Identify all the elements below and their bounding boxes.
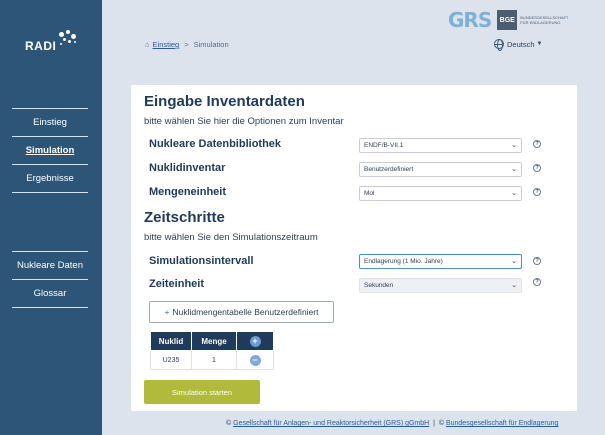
- language-selector[interactable]: Deutsch ▼: [494, 39, 543, 51]
- breadcrumb: ⌂ Einstieg > Simulation: [145, 40, 229, 49]
- chevron-down-icon: ▼: [536, 41, 543, 47]
- plus-icon: +: [164, 307, 170, 317]
- select-datenbibliothek[interactable]: ENDF/B-VII.1 ⌄: [359, 138, 522, 153]
- chevron-down-icon: ⌄: [511, 190, 517, 197]
- sidebar: RADI Einstieg Simulation Ergebnisse Nukl…: [0, 0, 102, 435]
- help-icon[interactable]: ?: [533, 188, 541, 196]
- help-icon[interactable]: ?: [533, 164, 541, 172]
- language-label: Deutsch: [507, 39, 535, 49]
- globe-icon: [494, 39, 504, 51]
- select-value: Benutzerdefiniert: [364, 166, 414, 173]
- sidebar-item-simulation[interactable]: Simulation: [12, 137, 88, 165]
- sidebar-nav-main: Einstieg Simulation Ergebnisse: [12, 108, 88, 193]
- remove-row-cell: −: [236, 350, 274, 370]
- remove-row-icon[interactable]: −: [249, 354, 261, 366]
- partner-logos: GRS BGE BUNDESGESELLSCHAFT FÜR ENDLAGERU…: [448, 8, 569, 32]
- grs-logo: GRS: [448, 8, 492, 32]
- sidebar-item-einstieg[interactable]: Einstieg: [12, 109, 88, 137]
- table-row: U235 1 −: [150, 350, 274, 370]
- sidebar-item-ergebnisse[interactable]: Ergebnisse: [12, 165, 88, 193]
- add-row-icon[interactable]: +: [249, 335, 261, 347]
- footer: © Gesellschaft für Anlagen- und Reaktors…: [226, 420, 559, 427]
- label-zeiteinheit: Zeiteinheit: [149, 278, 205, 290]
- chevron-down-icon: ⌄: [511, 258, 517, 265]
- nuklid-table: Nuklid Menge + U235 1 −: [150, 331, 274, 370]
- select-simulationsintervall[interactable]: Endlagerung (1 Mio. Jahre) ⌄: [359, 254, 522, 269]
- column-header-nuklid: Nuklid: [150, 331, 192, 351]
- label-datenbibliothek: Nukleare Datenbibliothek: [149, 138, 282, 150]
- cell-menge[interactable]: 1: [191, 350, 237, 370]
- label-mengeneinheit: Mengeneinheit: [149, 186, 227, 198]
- footer-link-grs[interactable]: Gesellschaft für Anlagen- und Reaktorsic…: [233, 420, 429, 427]
- sidebar-item-nukleare-daten[interactable]: Nukleare Daten: [12, 252, 88, 280]
- timesteps-subtitle: bitte wählen Sie den Simulationszeitraum: [144, 232, 318, 243]
- label-nuklidinventar: Nuklidinventar: [149, 162, 226, 174]
- inventory-title: Eingabe Inventardaten: [144, 93, 305, 110]
- sidebar-item-glossar[interactable]: Glossar: [12, 280, 88, 308]
- sidebar-nav-secondary: Nukleare Daten Glossar: [12, 251, 88, 308]
- chevron-down-icon: ⌄: [511, 166, 517, 173]
- footer-link-bge[interactable]: Bundesgesellschaft für Endlagerung: [446, 420, 558, 427]
- start-simulation-button[interactable]: Simulation starten: [144, 380, 260, 404]
- select-mengeneinheit[interactable]: Mol ⌄: [359, 186, 522, 201]
- select-value: Endlagerung (1 Mio. Jahre): [364, 258, 443, 265]
- chevron-down-icon: ⌄: [511, 282, 517, 289]
- radi-logo[interactable]: RADI: [25, 30, 79, 53]
- column-header-menge: Menge: [191, 331, 237, 351]
- timesteps-title: Zeitschritte: [144, 209, 225, 226]
- logo-text: RADI: [25, 39, 57, 53]
- select-value: ENDF/B-VII.1: [364, 142, 404, 149]
- logo-dots-icon: [57, 30, 79, 50]
- chevron-down-icon: ⌄: [511, 142, 517, 149]
- select-value: Mol: [364, 190, 375, 197]
- select-zeiteinheit[interactable]: Sekunden ⌄: [359, 278, 522, 293]
- bge-logo: BGE: [497, 10, 518, 30]
- inventory-subtitle: bitte wählen Sie hier die Optionen zum I…: [144, 116, 344, 127]
- breadcrumb-link-einstieg[interactable]: Einstieg: [153, 40, 180, 49]
- add-row-cell: +: [236, 331, 274, 351]
- help-icon[interactable]: ?: [533, 140, 541, 148]
- copyright-symbol: ©: [438, 420, 444, 427]
- breadcrumb-separator: >: [184, 40, 189, 49]
- bge-logo-subtitle: BUNDESGESELLSCHAFT FÜR ENDLAGERUNG: [520, 15, 569, 25]
- nuklid-table-button-label: Nuklidmengentabelle Benutzerdefiniert: [172, 307, 319, 317]
- breadcrumb-current: Simulation: [193, 40, 229, 49]
- table-header-row: Nuklid Menge +: [150, 331, 274, 351]
- label-simulationsintervall: Simulationsintervall: [149, 255, 254, 267]
- nuklid-table-button[interactable]: + Nuklidmengentabelle Benutzerdefiniert: [149, 301, 334, 323]
- cell-nuklid[interactable]: U235: [150, 350, 192, 370]
- main-card: Eingabe Inventardaten bitte wählen Sie h…: [131, 85, 577, 411]
- help-icon[interactable]: ?: [533, 257, 541, 265]
- select-nuklidinventar[interactable]: Benutzerdefiniert ⌄: [359, 162, 522, 177]
- select-value: Sekunden: [364, 282, 394, 289]
- home-icon: ⌂: [145, 40, 150, 49]
- copyright-symbol: ©: [226, 420, 232, 427]
- help-icon[interactable]: ?: [533, 278, 541, 286]
